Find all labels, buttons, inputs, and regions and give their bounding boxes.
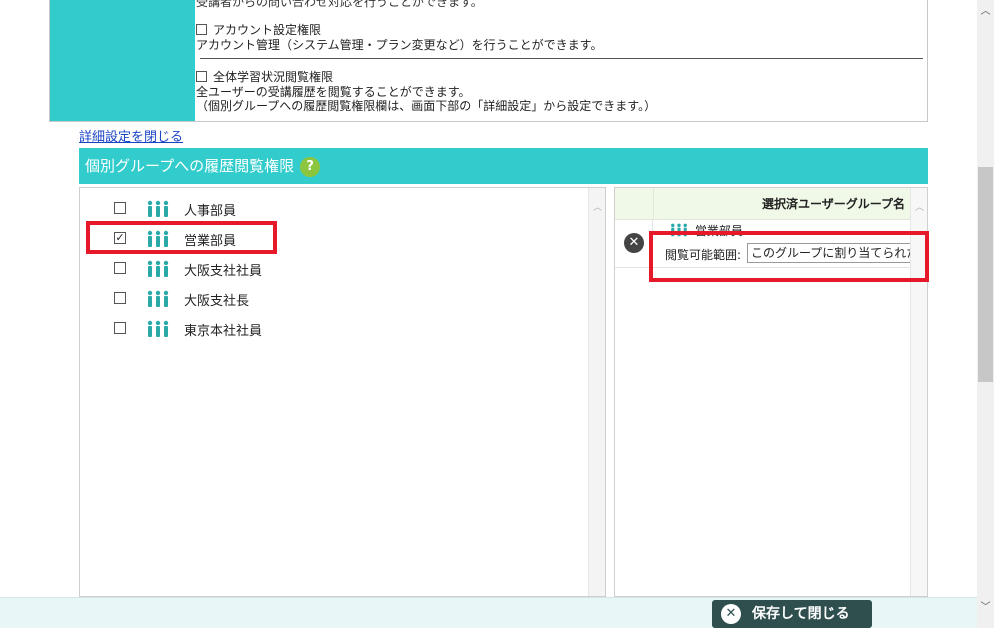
divider [200, 58, 923, 59]
save-and-close-button[interactable]: ✕ 保存して閉じる [712, 600, 872, 628]
selected-group-label: 営業部員 [694, 224, 743, 238]
remove-icon[interactable]: ✕ [624, 233, 644, 253]
group-name: 東京本社社員 [184, 324, 263, 339]
scroll-up-icon[interactable]: ︿ [592, 204, 603, 213]
permission-desc-cut: 受講者からの問い合わせ対応を行うことができます。 [196, 0, 483, 9]
page-scroll-thumb[interactable] [978, 167, 993, 382]
user-group-icon [146, 200, 170, 221]
group-row-jinji[interactable]: 人事部員 [80, 196, 580, 220]
user-group-icon [146, 230, 170, 251]
group-row-osaka-head[interactable]: 大阪支社長 [80, 286, 580, 310]
group-checkbox[interactable] [114, 292, 126, 304]
user-group-icon [146, 290, 170, 311]
selected-groups-header: 選択済ユーザーグループ名 [615, 188, 911, 220]
progress-permission-option[interactable]: 全体学習状況閲覧権限 [196, 71, 333, 84]
scroll-down-icon[interactable]: ﹀ [977, 598, 994, 613]
group-history-permission-header: 個別グループへの履歴閲覧権限? [79, 148, 928, 184]
close-circle-icon: ✕ [721, 604, 741, 624]
view-range-select[interactable]: このグループに割り当てられたコ [747, 243, 911, 263]
progress-permission-desc-2: （個別グループへの履歴閲覧権限欄は、画面下部の「詳細設定」から設定できます。） [196, 99, 657, 113]
selected-group-name: 営業部員 [667, 222, 743, 239]
group-name: 営業部員 [184, 234, 237, 249]
section-title: 個別グループへの履歴閲覧権限 [85, 157, 295, 175]
group-checkbox[interactable] [114, 322, 126, 334]
permission-label-column [50, 0, 195, 121]
page-scrollbar[interactable]: ︿ ﹀ [977, 0, 994, 628]
help-icon[interactable]: ? [300, 157, 321, 177]
progress-permission-desc-1: 全ユーザーの受講履歴を閲覧することができます。 [196, 85, 471, 99]
footer-bar: ✕ 保存して閉じる [0, 597, 977, 628]
permission-settings-block: 受講者からの問い合わせ対応を行うことができます。 アカウント設定権限 アカウント… [49, 0, 928, 122]
user-group-icon [146, 260, 170, 281]
group-list-scrollbar[interactable]: ︿ [588, 188, 605, 596]
selected-group-row: ✕ 営業部員 閲覧可能範囲: このグループに割り当てられたコ [615, 220, 911, 268]
scroll-up-icon[interactable]: ︿ [977, 2, 994, 17]
group-checkbox[interactable] [114, 262, 126, 274]
group-checkbox-checked[interactable]: ✓ [114, 232, 126, 244]
group-checkbox[interactable] [114, 202, 126, 214]
close-details-link[interactable]: 詳細設定を閉じる [79, 126, 183, 145]
user-group-icon [146, 320, 170, 341]
group-row-tokyo-staff[interactable]: 東京本社社員 [80, 316, 580, 340]
permission-options: 受講者からの問い合わせ対応を行うことができます。 アカウント設定権限 アカウント… [196, 0, 927, 121]
group-row-eigyo[interactable]: ✓ 営業部員 [80, 226, 580, 250]
progress-permission-checkbox[interactable] [196, 71, 207, 82]
remove-column: ✕ [615, 220, 653, 268]
group-name: 人事部員 [184, 204, 237, 219]
selected-groups-panel: 選択済ユーザーグループ名 ✕ 営業部員 閲覧可能範囲: このグループに割り当てら… [614, 187, 928, 597]
group-name: 大阪支社長 [184, 294, 250, 309]
group-name: 大阪支社社員 [184, 264, 263, 279]
account-permission-desc: アカウント管理（システム管理・プラン変更など）を行うことができます。 [196, 38, 603, 52]
account-permission-checkbox[interactable] [196, 24, 207, 35]
scroll-up-icon[interactable]: ︿ [914, 204, 925, 213]
account-permission-title: アカウント設定権限 [213, 23, 322, 37]
user-group-icon [671, 223, 687, 237]
selected-groups-column-title: 選択済ユーザーグループ名 [653, 188, 911, 220]
account-permission-option[interactable]: アカウント設定権限 [196, 24, 321, 37]
progress-permission-title: 全体学習状況閲覧権限 [213, 70, 334, 84]
view-range-label: 閲覧可能範囲: [665, 248, 742, 262]
save-and-close-label: 保存して閉じる [752, 606, 850, 622]
group-list-panel: 人事部員 ✓ 営業部員 大阪支社社員 大阪支社長 東京本社社員 ︿ [79, 187, 606, 597]
selected-list-scrollbar[interactable]: ︿ [910, 188, 927, 596]
group-row-osaka-staff[interactable]: 大阪支社社員 [80, 256, 580, 280]
